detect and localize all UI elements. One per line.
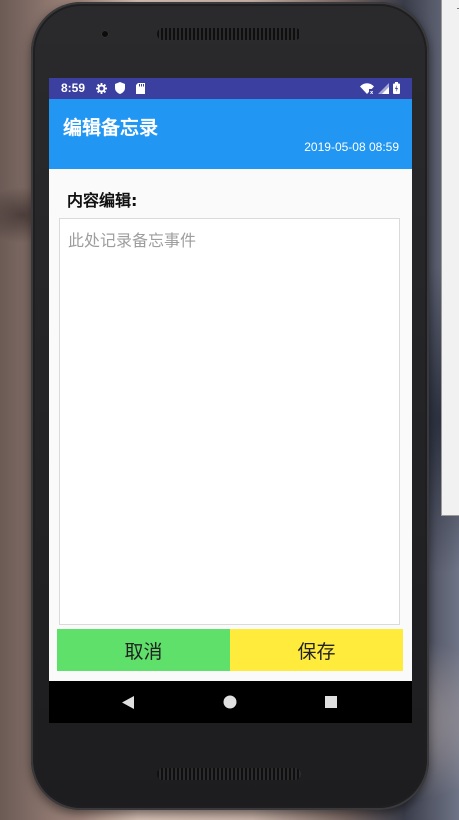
cancel-button[interactable]: 取消: [57, 629, 230, 671]
device-screen: 8:59 x 编辑备忘录 2019-05-08 08:59 内容编辑: 取消 保…: [49, 78, 412, 723]
bottom-speaker-grille: [157, 768, 301, 780]
memo-content-input[interactable]: [59, 218, 400, 625]
background-window-edge: [441, 0, 459, 516]
navigation-bar: [49, 681, 412, 723]
status-time: 8:59: [61, 81, 86, 95]
app-bar: 编辑备忘录 2019-05-08 08:59: [49, 99, 412, 169]
content-edit-label: 内容编辑:: [67, 191, 138, 210]
back-icon[interactable]: [118, 694, 138, 710]
page-title: 编辑备忘录: [63, 117, 159, 139]
top-speaker-grille: [157, 28, 301, 40]
cell-signal-icon: [377, 81, 389, 95]
recents-icon[interactable]: [321, 694, 341, 710]
sd-card-icon: [134, 81, 146, 95]
front-camera: [101, 30, 109, 38]
svg-text:x: x: [370, 90, 374, 94]
status-bar: 8:59 x: [49, 78, 412, 99]
battery-icon: [392, 81, 400, 95]
wifi-icon: x: [359, 81, 375, 95]
timestamp-label: 2019-05-08 08:59: [304, 140, 399, 154]
shield-icon: [114, 81, 126, 95]
home-icon[interactable]: [220, 694, 240, 710]
gear-icon: [95, 81, 107, 95]
save-button[interactable]: 保存: [230, 629, 403, 671]
